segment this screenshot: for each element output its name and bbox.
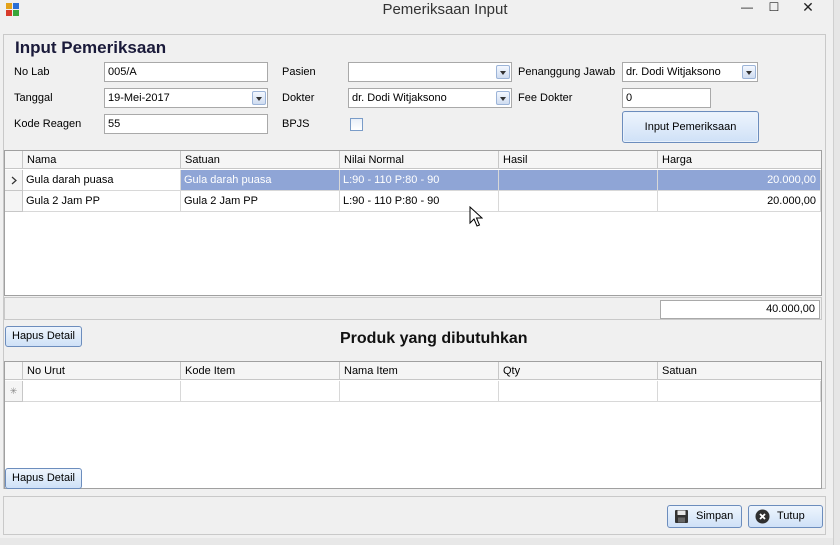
produk-heading: Produk yang dibutuhkan	[340, 330, 528, 347]
pasien-select[interactable]	[348, 62, 512, 82]
hapus-detail-produk-button[interactable]: Hapus Detail	[5, 468, 82, 489]
chevron-down-icon[interactable]	[252, 91, 266, 105]
exam-grid[interactable]: Nama Satuan Nilai Normal Hasil Harga Gul…	[4, 150, 822, 296]
pasien-label: Pasien	[282, 66, 316, 78]
cell-hasil[interactable]	[499, 191, 658, 212]
column-header-nama[interactable]: Nama	[23, 151, 181, 169]
row-header-corner	[5, 362, 23, 380]
row-header-corner	[5, 151, 23, 169]
kode-reagen-input[interactable]: 55	[104, 114, 268, 134]
row-selector[interactable]	[5, 191, 23, 212]
no-lab-label: No Lab	[14, 66, 50, 78]
column-header-no-urut[interactable]: No Urut	[23, 362, 181, 380]
bpjs-label: BPJS	[282, 118, 310, 130]
window-title: Pemeriksaan Input	[382, 1, 508, 18]
cell-hasil[interactable]	[499, 170, 658, 191]
cell-satuan[interactable]: Gula darah puasa	[181, 170, 340, 191]
kode-reagen-label: Kode Reagen	[14, 118, 82, 130]
column-header-qty[interactable]: Qty	[499, 362, 658, 380]
column-header-satuan[interactable]: Satuan	[181, 151, 340, 169]
fee-dokter-label: Fee Dokter	[518, 92, 573, 104]
hapus-detail-button[interactable]: Hapus Detail	[5, 326, 82, 347]
grid-header: Nama Satuan Nilai Normal Hasil Harga	[5, 151, 821, 169]
cell-harga[interactable]: 20.000,00	[658, 191, 821, 212]
dokter-label: Dokter	[282, 92, 315, 104]
new-row-icon: ✳	[5, 381, 23, 402]
tanggal-value: 19-Mei-2017	[108, 92, 170, 104]
mouse-cursor-icon	[469, 206, 483, 227]
cell-nilai-normal[interactable]: L:90 - 110 P:80 - 90	[340, 170, 499, 191]
cell-kode-item[interactable]	[181, 381, 340, 402]
tutup-button[interactable]: Tutup	[748, 505, 823, 528]
penanggung-jawab-select[interactable]: dr. Dodi Witjaksono	[622, 62, 758, 82]
column-header-satuan[interactable]: Satuan	[658, 362, 821, 380]
no-lab-input[interactable]: 005/A	[104, 62, 268, 82]
minimize-button[interactable]: —	[737, 0, 757, 16]
background-window-edge	[833, 0, 840, 545]
new-row[interactable]: ✳	[5, 381, 821, 402]
simpan-button[interactable]: Simpan	[667, 505, 742, 528]
dokter-value: dr. Dodi Witjaksono	[352, 92, 447, 104]
chevron-down-icon[interactable]	[742, 65, 756, 79]
table-row[interactable]: Gula 2 Jam PP Gula 2 Jam PP L:90 - 110 P…	[5, 191, 821, 212]
cell-satuan[interactable]: Gula 2 Jam PP	[181, 191, 340, 212]
chevron-down-icon[interactable]	[496, 65, 510, 79]
penanggung-jawab-label: Penanggung Jawab	[518, 66, 616, 78]
cell-no-urut[interactable]	[23, 381, 181, 402]
column-header-hasil[interactable]: Hasil	[499, 151, 658, 169]
input-pemeriksaan-button[interactable]: Input Pemeriksaan	[622, 111, 759, 143]
fee-dokter-input[interactable]: 0	[622, 88, 711, 108]
chevron-down-icon[interactable]	[496, 91, 510, 105]
penanggung-jawab-value: dr. Dodi Witjaksono	[626, 66, 721, 78]
background-window-bottom-edge	[0, 538, 833, 545]
tanggal-label: Tanggal	[14, 92, 53, 104]
produk-grid[interactable]: No Urut Kode Item Nama Item Qty Satuan ✳	[4, 361, 822, 489]
close-window-button[interactable]: ✕	[787, 0, 829, 16]
row-selector[interactable]	[5, 170, 23, 191]
total-value: 40.000,00	[660, 300, 820, 319]
column-header-nama-item[interactable]: Nama Item	[340, 362, 499, 380]
cell-qty[interactable]	[499, 381, 658, 402]
simpan-label: Simpan	[696, 510, 734, 522]
maximize-button[interactable]: ☐	[765, 0, 783, 16]
cell-nama[interactable]: Gula darah puasa	[23, 170, 181, 191]
save-icon	[675, 510, 688, 523]
total-bar: 40.000,00	[4, 297, 822, 320]
cell-nama[interactable]: Gula 2 Jam PP	[23, 191, 181, 212]
column-header-kode-item[interactable]: Kode Item	[181, 362, 340, 380]
title-bar: Pemeriksaan Input — ☐ ✕	[0, 0, 840, 22]
grid-header: No Urut Kode Item Nama Item Qty Satuan	[5, 362, 821, 380]
close-circle-icon	[755, 509, 770, 524]
cell-nama-item[interactable]	[340, 381, 499, 402]
form-heading: Input Pemeriksaan	[15, 38, 167, 57]
dokter-select[interactable]: dr. Dodi Witjaksono	[348, 88, 512, 108]
cell-harga[interactable]: 20.000,00	[658, 170, 821, 191]
table-row[interactable]: Gula darah puasa Gula darah puasa L:90 -…	[5, 170, 821, 191]
tutup-label: Tutup	[777, 510, 805, 522]
current-row-arrow-icon	[11, 176, 17, 185]
column-header-harga[interactable]: Harga	[658, 151, 821, 169]
tanggal-datepicker[interactable]: 19-Mei-2017	[104, 88, 268, 108]
bpjs-checkbox[interactable]	[350, 118, 363, 131]
cell-satuan[interactable]	[658, 381, 821, 402]
column-header-nilai-normal[interactable]: Nilai Normal	[340, 151, 499, 169]
